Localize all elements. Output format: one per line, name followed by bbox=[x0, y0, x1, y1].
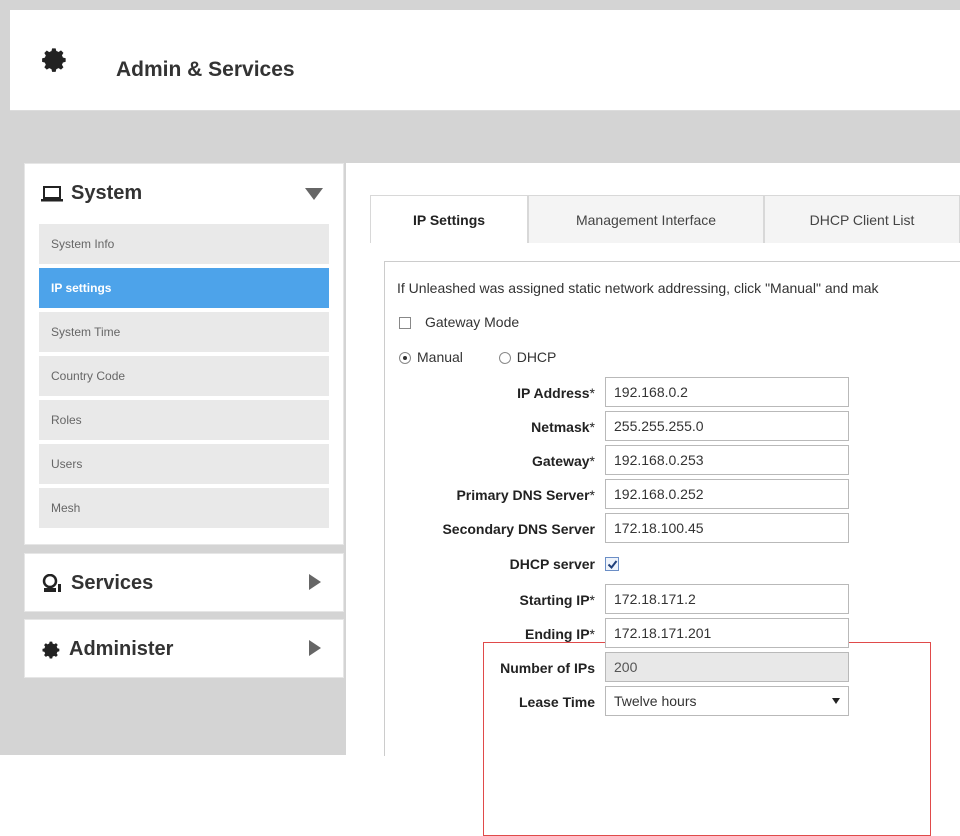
dhcp-server-checkbox[interactable] bbox=[605, 557, 619, 571]
secondary-dns-label: Secondary DNS Server bbox=[442, 521, 595, 537]
tab-dhcp-client-list[interactable]: DHCP Client List bbox=[764, 195, 960, 243]
sidebar-item-roles[interactable]: Roles bbox=[39, 400, 329, 440]
number-of-ips-field: 200 bbox=[605, 652, 849, 682]
tab-ip-settings[interactable]: IP Settings bbox=[370, 195, 528, 243]
lease-time-label: Lease Time bbox=[518, 694, 595, 710]
netmask-input[interactable]: 255.255.255.0 bbox=[605, 411, 849, 441]
manual-label: Manual bbox=[417, 349, 463, 365]
page-header: Admin & Services bbox=[10, 10, 960, 111]
ip-settings-form: If Unleashed was assigned static network… bbox=[384, 261, 960, 836]
lease-time-value: Twelve hours bbox=[614, 693, 697, 709]
lease-time-select[interactable]: Twelve hours bbox=[605, 686, 849, 716]
sidebar-item-system-info[interactable]: System Info bbox=[39, 224, 329, 264]
checkmark-icon bbox=[607, 560, 618, 570]
ending-ip-label: Ending IP* bbox=[524, 626, 595, 642]
gateway-input[interactable]: 192.168.0.253 bbox=[605, 445, 849, 475]
gateway-mode-label: Gateway Mode bbox=[425, 314, 520, 330]
dhcp-radio[interactable] bbox=[498, 352, 511, 365]
system-header[interactable]: System bbox=[41, 182, 142, 205]
gear-icon bbox=[42, 641, 60, 658]
services-icon bbox=[42, 573, 61, 592]
tab-management-interface[interactable]: Management Interface bbox=[528, 195, 764, 243]
sidebar: System System Info IP settings System Ti… bbox=[24, 163, 344, 755]
sidebar-item-users[interactable]: Users bbox=[39, 444, 329, 484]
netmask-label: Netmask* bbox=[531, 419, 595, 435]
sidebar-item-country-code[interactable]: Country Code bbox=[39, 356, 329, 396]
starting-ip-label: Starting IP* bbox=[519, 592, 595, 608]
dhcp-label: DHCP bbox=[516, 349, 557, 365]
system-panel: System System Info IP settings System Ti… bbox=[24, 163, 344, 545]
dropdown-arrow-icon bbox=[832, 698, 840, 704]
page-title: Admin & Services bbox=[116, 58, 295, 81]
sidebar-item-system-time[interactable]: System Time bbox=[39, 312, 329, 352]
administer-header[interactable]: Administer bbox=[41, 638, 173, 661]
laptop-icon bbox=[41, 185, 63, 201]
chevron-right-icon[interactable] bbox=[309, 640, 321, 656]
intro-text: If Unleashed was assigned static network… bbox=[397, 280, 879, 296]
system-label: System bbox=[71, 182, 143, 204]
starting-ip-input[interactable]: 172.18.171.2 bbox=[605, 584, 849, 614]
services-label: Services bbox=[71, 572, 154, 594]
administer-panel[interactable]: Administer bbox=[24, 619, 344, 678]
sidebar-item-mesh[interactable]: Mesh bbox=[39, 488, 329, 528]
sidebar-item-ip-settings[interactable]: IP settings bbox=[39, 268, 329, 308]
primary-dns-input[interactable]: 192.168.0.252 bbox=[605, 479, 849, 509]
header-band bbox=[10, 111, 960, 161]
manual-radio[interactable] bbox=[399, 352, 411, 365]
secondary-dns-input[interactable]: 172.18.100.45 bbox=[605, 513, 849, 543]
ending-ip-input[interactable]: 172.18.171.201 bbox=[605, 618, 849, 648]
dhcp-server-row bbox=[385, 556, 685, 574]
chevron-down-icon[interactable] bbox=[305, 188, 323, 200]
main-panel: IP Settings Management Interface DHCP Cl… bbox=[346, 163, 960, 836]
gateway-label: Gateway* bbox=[531, 453, 595, 469]
ip-address-input[interactable]: 192.168.0.2 bbox=[605, 377, 849, 407]
gear-icon bbox=[42, 48, 66, 72]
ip-address-label: IP Address* bbox=[517, 385, 595, 401]
administer-label: Administer bbox=[69, 638, 174, 660]
number-of-ips-label: Number of IPs bbox=[500, 660, 595, 676]
primary-dns-label: Primary DNS Server* bbox=[456, 487, 595, 503]
ip-mode-row: Manual DHCP bbox=[399, 349, 556, 365]
services-panel[interactable]: Services bbox=[24, 553, 344, 612]
gateway-mode-row: Gateway Mode bbox=[399, 314, 519, 330]
gateway-mode-checkbox[interactable] bbox=[399, 317, 411, 330]
services-header[interactable]: Services bbox=[41, 572, 153, 595]
chevron-right-icon[interactable] bbox=[309, 574, 321, 590]
